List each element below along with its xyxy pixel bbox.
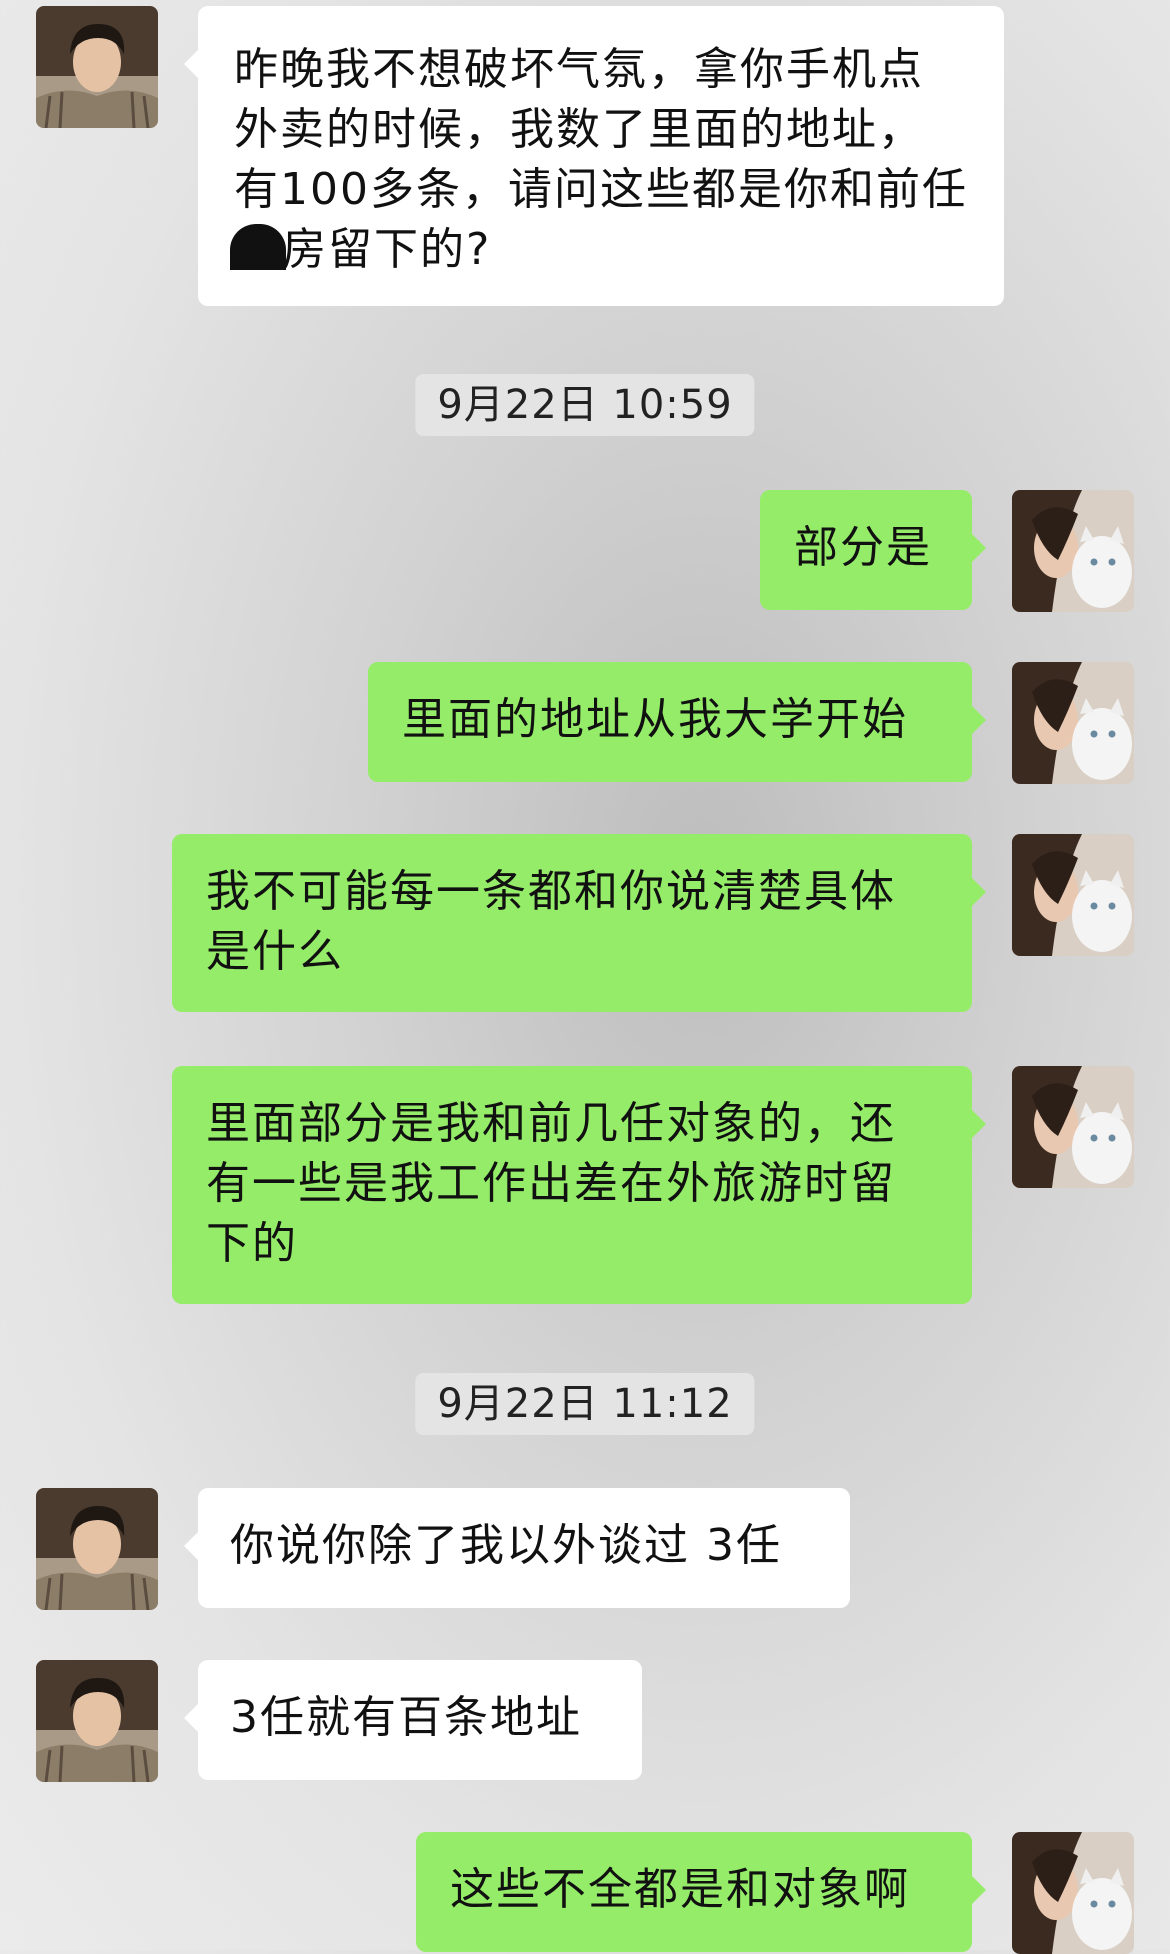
- redaction-mark: [230, 224, 286, 270]
- message-text: 这些不全都是和对象啊: [450, 1864, 910, 1915]
- man-portrait-icon: [36, 1660, 158, 1782]
- message-bubble-outgoing[interactable]: 里面的地址从我大学开始: [368, 662, 986, 782]
- message-text: 你说你除了我以外谈过 3任: [230, 1520, 782, 1571]
- woman-with-cat-icon: [1012, 834, 1134, 956]
- message-text: 里面的地址从我大学开始: [402, 694, 908, 745]
- man-portrait-icon: [36, 1488, 158, 1610]
- message-bubble-incoming[interactable]: 3任就有百条地址: [184, 1660, 642, 1780]
- woman-with-cat-icon: [1012, 662, 1134, 784]
- message-text-suffix: 房留下的?: [282, 224, 492, 275]
- avatar-outgoing[interactable]: [1012, 1832, 1134, 1954]
- avatar-outgoing[interactable]: [1012, 834, 1134, 956]
- message-bubble-outgoing[interactable]: 部分是: [760, 490, 986, 610]
- message-text: 里面部分是我和前几任对象的，还有一些是我工作出差在外旅游时留下的: [206, 1098, 896, 1269]
- avatar-incoming[interactable]: [36, 1488, 158, 1610]
- timestamp: 9月22日 11:12: [415, 1373, 755, 1435]
- avatar-outgoing[interactable]: [1012, 662, 1134, 784]
- message-text: 昨晚我不想破坏气氛，拿你手机点外卖的时候，我数了里面的地址，有100多条，请问这…: [234, 44, 968, 215]
- message-text: 部分是: [794, 522, 932, 573]
- message-bubble-incoming[interactable]: 你说你除了我以外谈过 3任: [184, 1488, 850, 1608]
- message-bubble-outgoing[interactable]: 里面部分是我和前几任对象的，还有一些是我工作出差在外旅游时留下的: [172, 1066, 986, 1304]
- man-portrait-icon: [36, 6, 158, 128]
- woman-with-cat-icon: [1012, 1832, 1134, 1954]
- woman-with-cat-icon: [1012, 490, 1134, 612]
- avatar-incoming[interactable]: [36, 1660, 158, 1782]
- message-bubble-incoming[interactable]: 昨晚我不想破坏气氛，拿你手机点外卖的时候，我数了里面的地址，有100多条，请问这…: [184, 6, 1004, 306]
- message-bubble-outgoing[interactable]: 这些不全都是和对象啊: [416, 1832, 986, 1952]
- woman-with-cat-icon: [1012, 1066, 1134, 1188]
- message-bubble-outgoing[interactable]: 我不可能每一条都和你说清楚具体是什么: [172, 834, 986, 1012]
- avatar-outgoing[interactable]: [1012, 490, 1134, 612]
- message-text: 我不可能每一条都和你说清楚具体是什么: [206, 866, 896, 977]
- chat-view[interactable]: 昨晚我不想破坏气氛，拿你手机点外卖的时候，我数了里面的地址，有100多条，请问这…: [0, 0, 1170, 1954]
- avatar-outgoing[interactable]: [1012, 1066, 1134, 1188]
- timestamp: 9月22日 10:59: [415, 374, 755, 436]
- message-text: 3任就有百条地址: [230, 1692, 582, 1743]
- avatar-incoming[interactable]: [36, 6, 158, 128]
